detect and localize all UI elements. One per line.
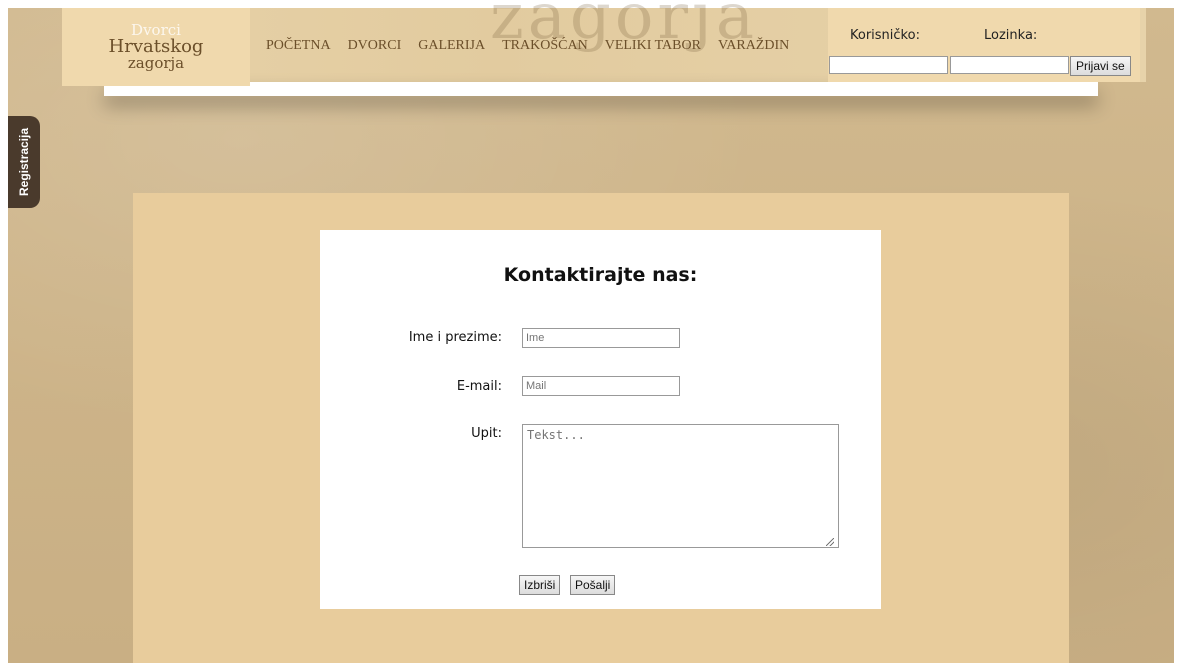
name-input[interactable] bbox=[522, 328, 680, 348]
nav-item-galerija[interactable]: GALERIJA bbox=[418, 38, 485, 54]
query-textarea[interactable] bbox=[522, 424, 839, 548]
username-label: Korisničko: bbox=[850, 28, 920, 43]
form-title: Kontaktirajte nas: bbox=[503, 264, 698, 286]
reset-button[interactable]: Izbriši bbox=[519, 575, 561, 595]
send-button[interactable]: Pošalji bbox=[570, 575, 616, 595]
textarea-resize-handle[interactable] bbox=[826, 538, 834, 546]
email-input[interactable] bbox=[522, 376, 680, 396]
nav-item-trakoscan[interactable]: TRAKOŠĆAN bbox=[502, 38, 588, 54]
contact-form: Kontaktirajte nas: Ime i prezime: E-mail… bbox=[320, 230, 881, 609]
site-logo[interactable]: Dvorci Hrvatskog zagorja bbox=[62, 8, 250, 86]
nav-item-pocetna[interactable]: POČETNA bbox=[266, 38, 331, 54]
query-label: Upit: bbox=[471, 426, 502, 441]
registration-tab-label: Registracija bbox=[17, 127, 32, 197]
registration-tab[interactable]: Registracija bbox=[8, 116, 40, 208]
main-nav: POČETNA DVORCI GALERIJA TRAKOŠĆAN VELIKI… bbox=[266, 38, 806, 54]
email-label: E-mail: bbox=[456, 379, 502, 394]
nav-item-dvorci[interactable]: DVORCI bbox=[348, 38, 402, 54]
password-label: Lozinka: bbox=[984, 28, 1038, 43]
header-underline-bar bbox=[104, 82, 1098, 96]
nav-item-varazdin[interactable]: VARAŽDIN bbox=[718, 38, 789, 54]
login-button[interactable]: Prijavi se bbox=[1070, 56, 1131, 76]
password-input[interactable] bbox=[950, 56, 1069, 74]
name-label: Ime i prezime: bbox=[408, 330, 502, 345]
logo-line-1: Dvorci bbox=[131, 21, 181, 39]
login-box: Korisničko: Lozinka: Prijavi se bbox=[828, 8, 1140, 82]
nav-item-veliki-tabor[interactable]: VELIKI TABOR bbox=[605, 38, 701, 54]
username-input[interactable] bbox=[829, 56, 948, 74]
logo-line-3: zagorja bbox=[127, 54, 185, 72]
